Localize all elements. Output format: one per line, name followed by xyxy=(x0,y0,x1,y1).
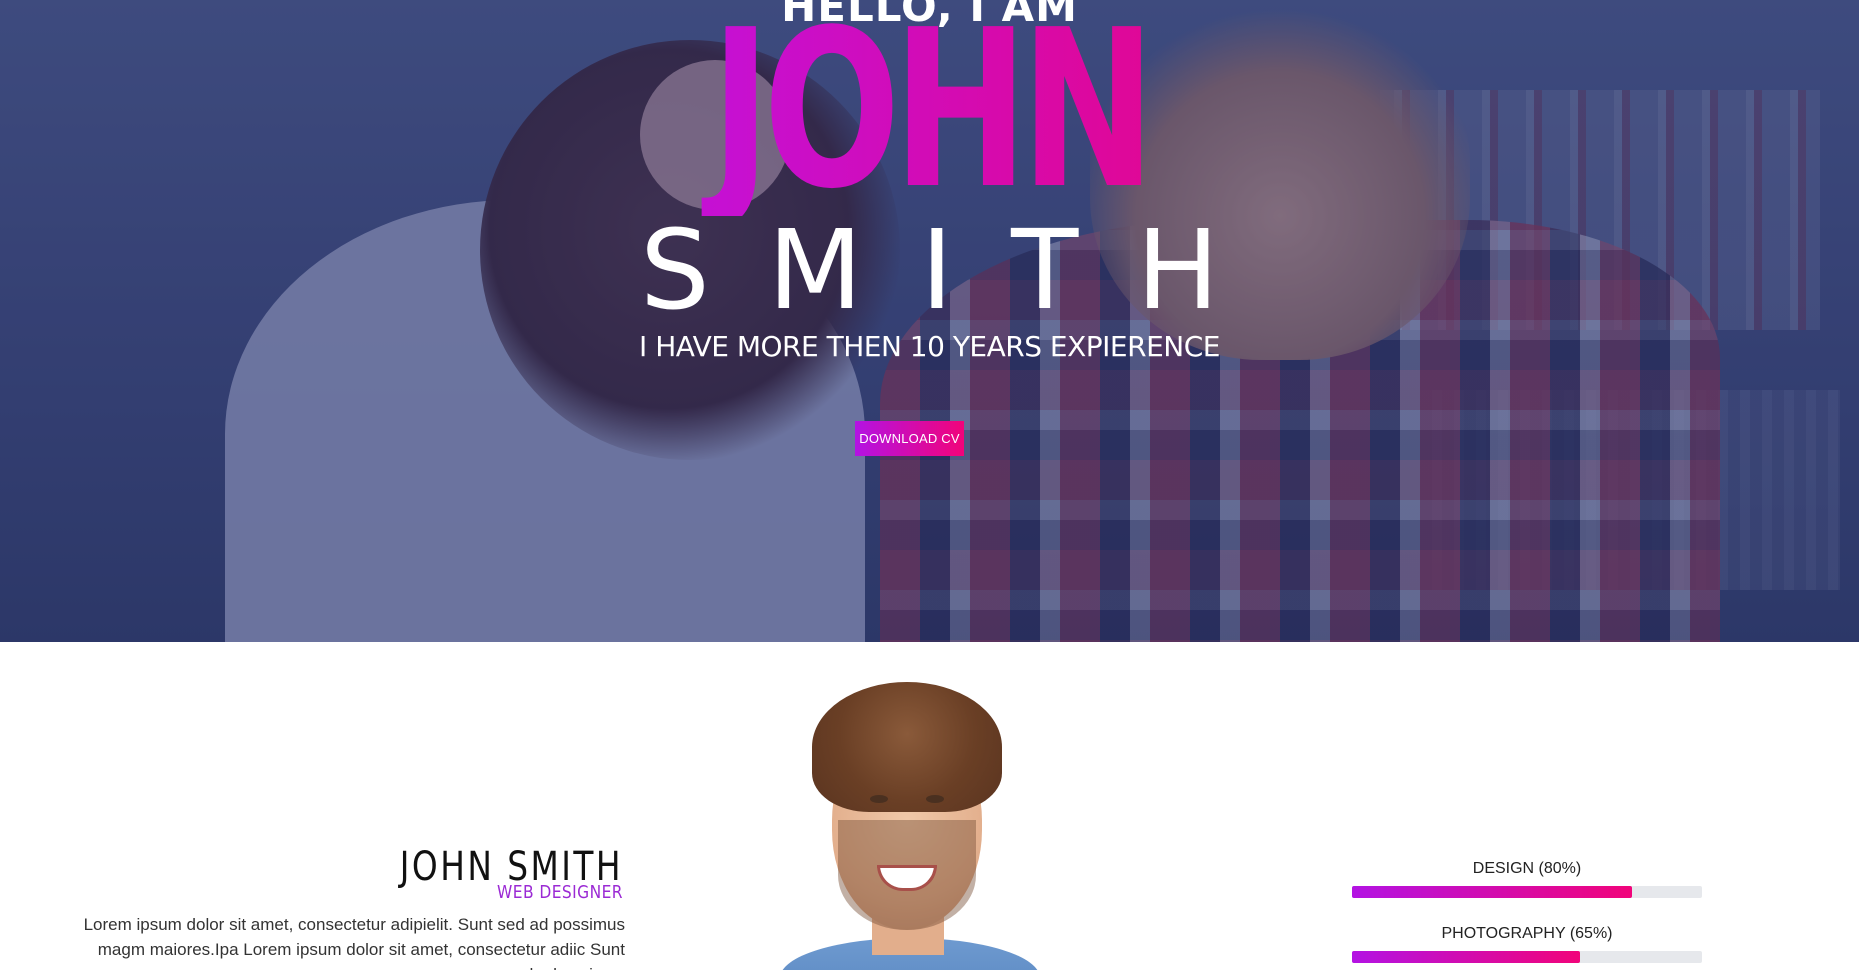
skill-progress-track xyxy=(1352,886,1702,898)
profile-photo-hair xyxy=(812,682,1002,812)
skill-label: PHOTOGRAPHY (65%) xyxy=(1441,925,1613,942)
profile-photo xyxy=(760,670,1120,970)
skill-item: DESIGN (80%) xyxy=(1352,860,1702,925)
skill-item: PHOTOGRAPHY (65%) xyxy=(1352,925,1702,970)
hero-last-name: SMITH xyxy=(639,206,1278,334)
skill-label: DESIGN (80%) xyxy=(1472,860,1582,877)
profile-photo-eye xyxy=(870,795,888,803)
skill-progress-track xyxy=(1352,951,1702,963)
skill-progress-fill xyxy=(1352,951,1580,963)
about-role: WEB DESIGNER xyxy=(496,882,623,903)
skills-list: DESIGN (80%) PHOTOGRAPHY (65%) xyxy=(1352,860,1702,970)
hero-first-name: JOHN xyxy=(242,2,1618,220)
hero-tagline: I HAVE MORE THEN 10 YEARS EXPIERENCE xyxy=(639,330,1220,363)
skill-progress-fill xyxy=(1352,886,1632,898)
hero-section: HELLO, I AM JOHN SMITH I HAVE MORE THEN … xyxy=(0,0,1859,642)
about-bio: Lorem ipsum dolor sit amet, consectetur … xyxy=(83,915,625,970)
download-cv-button[interactable]: DOWNLOAD CV xyxy=(855,421,964,456)
profile-photo-eye xyxy=(926,795,944,803)
